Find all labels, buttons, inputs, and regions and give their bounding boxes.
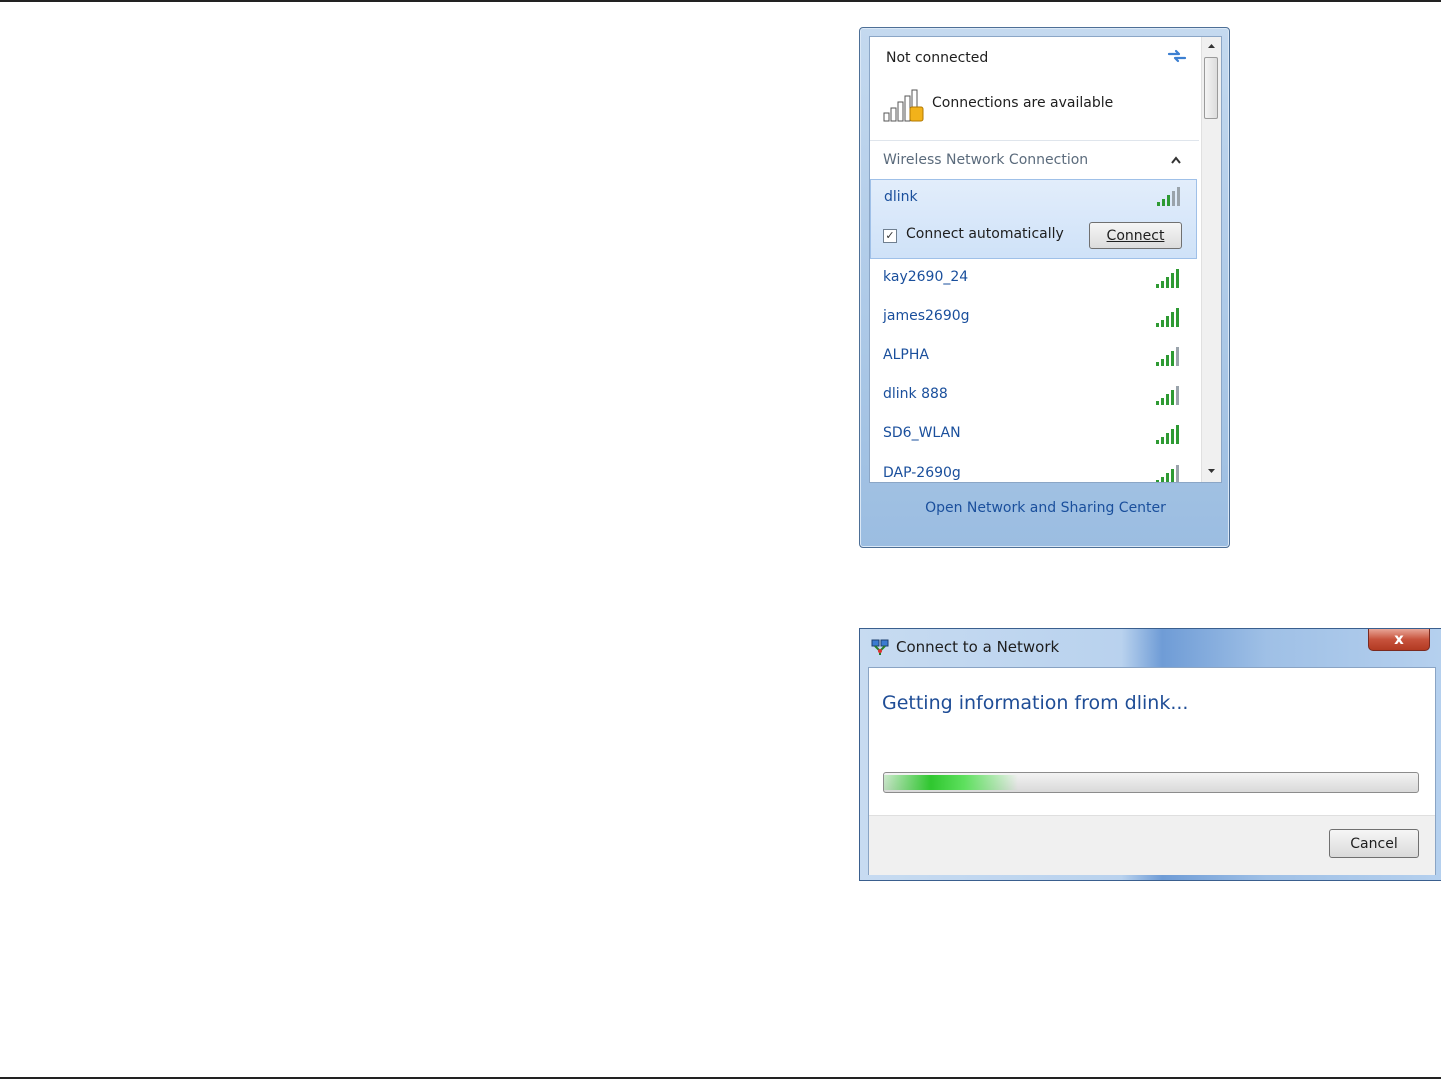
wifi-signal-icon [1156, 425, 1179, 444]
refresh-icon[interactable] [1166, 47, 1188, 65]
section-header[interactable]: Wireless Network Connection [870, 141, 1199, 179]
status-heading: Getting information from dlink... [882, 692, 1189, 714]
status-title: Not connected [886, 50, 989, 66]
section-title: Wireless Network Connection [883, 152, 1089, 168]
scroll-down-icon[interactable] [1202, 462, 1221, 480]
connect-automatically-label: Connect automatically [906, 226, 1064, 242]
scroll-up-icon[interactable] [1202, 37, 1221, 55]
network-item[interactable]: dlink 888 [870, 376, 1197, 415]
top-rule [0, 0, 1441, 2]
network-item[interactable]: DAP-2690g [870, 455, 1197, 482]
collapse-icon[interactable] [1170, 155, 1182, 165]
network-icon [871, 639, 889, 655]
network-item[interactable]: james2690g [870, 298, 1197, 337]
network-item[interactable]: SD6_WLAN [870, 415, 1197, 454]
scrollbar[interactable] [1201, 37, 1221, 482]
availability-text: Connections are available [932, 95, 1114, 111]
network-item[interactable]: ALPHA [870, 337, 1197, 376]
connect-dialog: Connect to a Network x Getting informati… [859, 628, 1441, 881]
dialog-footer: Cancel [869, 815, 1435, 875]
wifi-signal-icon [1156, 386, 1179, 405]
network-item[interactable]: kay2690_24 [870, 259, 1197, 298]
network-name: dlink 888 [883, 386, 948, 402]
network-name: dlink [884, 189, 918, 205]
signal-bars-icon [883, 89, 924, 122]
network-item-selected[interactable]: dlink ✓ Connect automatically Connect [870, 179, 1197, 259]
wifi-signal-icon [1157, 187, 1180, 206]
network-name: SD6_WLAN [883, 425, 961, 441]
connect-button-label: Connect [1106, 227, 1165, 244]
open-network-sharing-center-link[interactable]: Open Network and Sharing Center [860, 500, 1231, 516]
bottom-rule [0, 1077, 1441, 1079]
wifi-signal-icon [1156, 269, 1179, 288]
network-name: ALPHA [883, 347, 929, 363]
progress-fill [884, 775, 1018, 790]
wifi-signal-icon [1156, 347, 1179, 366]
network-name: kay2690_24 [883, 269, 969, 285]
close-button[interactable]: x [1368, 629, 1430, 651]
wifi-signal-icon [1156, 308, 1179, 327]
network-list-panel: Not connected Connections are available … [869, 36, 1222, 483]
dialog-title: Connect to a Network [896, 638, 1060, 656]
connection-status: Not connected Connections are available [870, 37, 1199, 141]
connect-automatically-checkbox[interactable]: ✓ [883, 229, 897, 243]
network-name: DAP-2690g [883, 465, 961, 481]
progress-bar [883, 772, 1419, 793]
scroll-thumb[interactable] [1204, 57, 1218, 119]
dialog-body: Getting information from dlink... Cancel [868, 667, 1436, 875]
connect-button[interactable]: Connect [1089, 222, 1182, 249]
cancel-button[interactable]: Cancel [1329, 829, 1419, 858]
wifi-signal-icon [1156, 465, 1179, 482]
network-name: james2690g [883, 308, 970, 324]
network-flyout: Not connected Connections are available … [859, 27, 1230, 548]
